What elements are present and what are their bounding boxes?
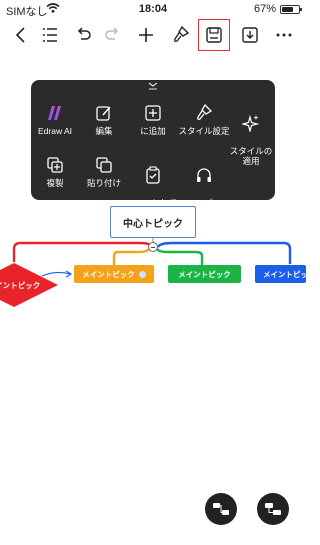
main-topic-green[interactable]: メイントピック xyxy=(168,265,241,283)
menu-item-edit[interactable]: 編集 xyxy=(78,104,130,136)
menu-label: スタイル設定 xyxy=(178,126,230,136)
menu-item-add[interactable]: に追加 xyxy=(127,104,179,136)
main-topic-orange[interactable]: メイントピック xyxy=(74,265,154,283)
redo-icon[interactable] xyxy=(100,22,126,48)
brush-icon xyxy=(197,104,213,120)
undo-icon[interactable] xyxy=(70,22,96,48)
sparkle-icon xyxy=(242,114,260,132)
status-bar: SIMなし 18:04 67% xyxy=(0,0,306,18)
main-topic-label: メイントピック xyxy=(0,281,41,290)
menu-item-paste[interactable]: 貼り付け xyxy=(78,156,130,188)
link-icon[interactable] xyxy=(138,270,146,278)
more-icon[interactable] xyxy=(271,22,297,48)
central-topic[interactable]: 中心トピック xyxy=(110,206,196,238)
menu-label: 貼り付け xyxy=(86,178,121,188)
edit-icon xyxy=(96,106,111,121)
structure-icon xyxy=(265,503,281,515)
menu-label: 編集 xyxy=(95,126,113,136)
collapse-chevron-icon[interactable] xyxy=(31,80,275,92)
add-icon[interactable] xyxy=(133,22,159,48)
main-topic-blue[interactable]: メイントピック xyxy=(255,265,306,283)
todo-checklist-icon xyxy=(146,166,160,184)
download-icon[interactable] xyxy=(237,22,263,48)
main-topic-label: メイントピック xyxy=(82,269,135,279)
menu-label: スタイルの 適用 xyxy=(229,146,273,166)
menu-item-duplicate[interactable]: 複製 xyxy=(29,156,81,188)
main-topic-label: メイントピック xyxy=(263,269,306,279)
menu-item-apply-style[interactable]: スタイルの 適用 xyxy=(227,104,275,166)
back-chevron-icon[interactable] xyxy=(8,22,34,48)
duplicate-icon xyxy=(47,157,63,173)
save-icon[interactable] xyxy=(201,22,227,48)
edraw-ai-icon xyxy=(48,106,61,120)
menu-label: 複製 xyxy=(46,178,64,188)
menu-label: Edraw AI xyxy=(37,126,73,136)
central-topic-label: 中心トピック xyxy=(123,218,183,230)
structure-button[interactable] xyxy=(257,493,289,525)
brush-icon[interactable] xyxy=(168,22,194,48)
menu-item-style-settings[interactable]: スタイル設定 xyxy=(176,104,232,136)
outline-list-icon[interactable] xyxy=(37,22,63,48)
main-topic-red[interactable]: メイントピック xyxy=(0,262,60,308)
battery-icon xyxy=(280,5,302,14)
collapse-toggle[interactable] xyxy=(148,242,158,252)
menu-item-edraw-ai[interactable]: Edraw AI xyxy=(29,104,81,136)
menu-label: に追加 xyxy=(140,126,166,136)
headphones-icon xyxy=(197,168,211,182)
layout-icon xyxy=(213,503,229,515)
add-box-icon xyxy=(145,105,161,121)
context-menu-panel: Edraw AI 編集 に追加 スタイル設定 スタイルの 適用 複製 貼り付け … xyxy=(29,80,275,218)
layout-button[interactable] xyxy=(205,493,237,525)
paste-icon xyxy=(96,157,112,173)
main-topic-label: メイントピック xyxy=(178,269,231,279)
battery-percent: 67% xyxy=(253,3,276,15)
